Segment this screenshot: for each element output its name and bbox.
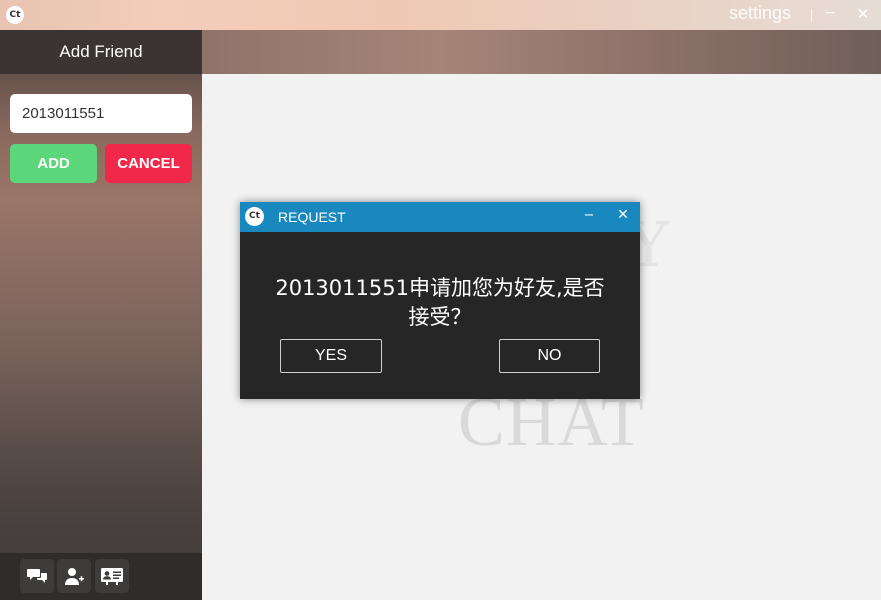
app-logo: Ct [6,6,24,24]
dialog-titlebar: Ct REQUEST − ✕ [240,202,640,232]
sidebar: Add Friend ADD CANCEL [0,30,202,600]
dialog-logo: Ct [245,207,264,226]
window-titlebar: Ct settings − ✕ [0,0,881,30]
request-dialog: Ct REQUEST − ✕ 2013011551申请加您为好友,是否接受？ Y… [240,202,640,399]
minimize-icon[interactable]: − [823,5,837,25]
dialog-close-icon[interactable]: ✕ [616,207,630,225]
friend-id-input[interactable] [10,94,192,133]
cancel-button[interactable]: CANCEL [105,144,192,183]
add-button[interactable]: ADD [10,144,97,183]
dialog-title: REQUEST [278,209,346,225]
close-icon[interactable]: ✕ [856,5,870,25]
no-button[interactable]: NO [499,339,600,373]
settings-link[interactable]: settings [729,3,791,24]
sidebar-title: Add Friend [0,30,202,74]
titlebar-divider [811,9,812,22]
add-user-icon[interactable] [57,559,91,593]
main-header-bar [202,30,881,74]
sidebar-footer [0,553,202,600]
yes-button[interactable]: YES [280,339,382,373]
chat-bubbles-icon[interactable] [20,559,54,593]
dialog-minimize-icon[interactable]: − [582,208,596,226]
dialog-message: 2013011551申请加您为好友,是否接受？ [275,276,605,329]
contact-card-icon[interactable] [95,559,129,593]
